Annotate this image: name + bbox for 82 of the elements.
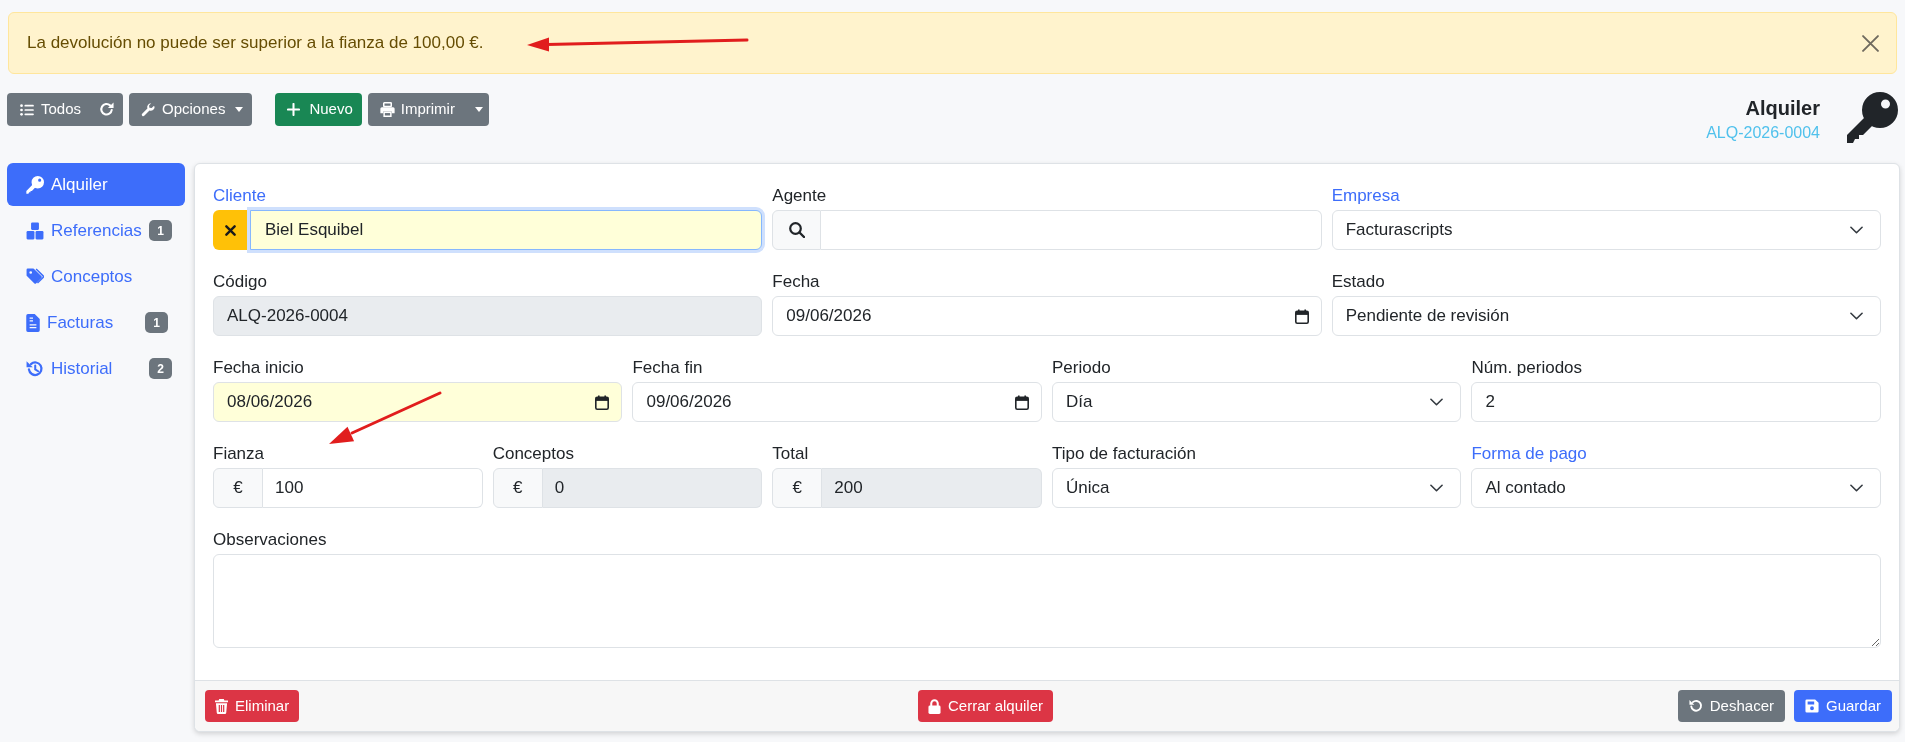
- sidebar-item[interactable]: Referencias 1: [7, 209, 185, 252]
- select-field[interactable]: Única: [1052, 468, 1462, 508]
- lock-icon: [928, 698, 941, 714]
- select-field[interactable]: Al contado: [1471, 468, 1881, 508]
- chevron-down-icon: [1430, 398, 1444, 406]
- select-field[interactable]: Facturascripts: [1331, 210, 1881, 250]
- date-field[interactable]: 09/06/2026: [772, 296, 1322, 336]
- label-link[interactable]: Empresa: [1331, 184, 1400, 208]
- calendar-icon: [1294, 308, 1309, 324]
- field-label: Tipo de facturación: [1052, 443, 1196, 465]
- boxes-icon: [26, 221, 44, 240]
- date-field[interactable]: 09/06/2026: [632, 382, 1042, 422]
- field-label: Observaciones: [213, 529, 327, 551]
- currency-symbol: €: [772, 468, 823, 508]
- delete-button[interactable]: Eliminar: [205, 690, 300, 722]
- count-badge: 1: [145, 312, 168, 333]
- sidebar-item[interactable]: Historial 2: [7, 347, 185, 390]
- label-link[interactable]: Cliente: [213, 184, 266, 208]
- trash-icon: [215, 698, 228, 714]
- field-label: Estado: [1331, 271, 1385, 293]
- select-field[interactable]: Pendiente de revisión: [1331, 296, 1881, 336]
- list-button[interactable]: Todos: [7, 93, 91, 126]
- field-label: Fecha fin: [632, 357, 703, 379]
- field-label: Fecha inicio: [213, 357, 304, 379]
- options-button[interactable]: Opciones: [129, 93, 253, 126]
- label-link[interactable]: Forma de pago: [1471, 442, 1587, 466]
- chevron-down-icon: [1850, 312, 1863, 320]
- chevron-down-icon: [1430, 484, 1444, 492]
- list-icon: [20, 103, 34, 116]
- record-code: ALQ-2026-0004: [1706, 123, 1820, 143]
- field-label: Total: [772, 443, 809, 465]
- close-rental-button[interactable]: Cerrar alquiler: [918, 690, 1054, 722]
- page-title: Alquiler: [1745, 96, 1820, 121]
- search-icon: [788, 222, 805, 238]
- field-label: Núm. periodos: [1471, 357, 1583, 379]
- sidebar-item[interactable]: Facturas 1: [7, 301, 185, 344]
- field-label: Periodo: [1052, 357, 1111, 379]
- caret-icon: [474, 107, 483, 112]
- caret-icon: [235, 107, 244, 112]
- search-button[interactable]: [772, 210, 822, 250]
- amount-input[interactable]: 100: [263, 468, 483, 508]
- field-label: Código: [213, 271, 267, 293]
- date-field[interactable]: 08/06/2026: [213, 382, 623, 422]
- tags-icon: [26, 267, 44, 286]
- sidebar-item[interactable]: Conceptos: [7, 255, 185, 298]
- undo-icon: [1688, 699, 1703, 713]
- currency-symbol: €: [213, 468, 263, 508]
- search-input[interactable]: [821, 210, 1322, 250]
- dropdown-toggle[interactable]: [466, 93, 489, 126]
- select-field[interactable]: Día: [1052, 382, 1462, 422]
- key-icon: [1846, 92, 1898, 144]
- print-button[interactable]: Imprimir: [367, 93, 467, 126]
- undo-button[interactable]: Deshacer: [1677, 690, 1785, 722]
- save-icon: [1804, 699, 1819, 713]
- chevron-down-icon: [1850, 226, 1863, 234]
- field-label: Fecha: [772, 271, 820, 293]
- alert-message: La devolución no puede ser superior a la fianza de 100,00 €.: [27, 32, 484, 55]
- count-badge: 1: [149, 220, 172, 241]
- field-label: Agente: [772, 185, 827, 207]
- sidebar-item[interactable]: Alquiler: [7, 163, 185, 206]
- plus-icon: [287, 103, 301, 116]
- printer-icon: [379, 102, 395, 117]
- field-label: Fianza: [213, 443, 265, 465]
- chevron-down-icon: [1850, 484, 1863, 492]
- close-icon: [1861, 34, 1879, 52]
- wrench-icon: [141, 102, 156, 117]
- key-icon: [26, 175, 44, 194]
- new-button[interactable]: Nuevo: [275, 93, 362, 126]
- calendar-icon: [595, 394, 610, 410]
- text-input[interactable]: 2: [1471, 382, 1881, 422]
- currency-symbol: €: [492, 468, 543, 508]
- history-icon: [26, 359, 44, 378]
- clear-button[interactable]: [213, 210, 250, 250]
- field-label: Conceptos: [492, 443, 574, 465]
- calendar-icon: [1015, 394, 1029, 410]
- clear-icon: [224, 224, 236, 236]
- autocomplete-input[interactable]: Biel Esquibel: [250, 210, 763, 250]
- count-badge: 2: [149, 358, 172, 379]
- document-icon: [26, 313, 40, 332]
- refresh-icon: [99, 102, 115, 117]
- save-button[interactable]: Guardar: [1793, 690, 1892, 722]
- refresh-button[interactable]: [90, 93, 124, 126]
